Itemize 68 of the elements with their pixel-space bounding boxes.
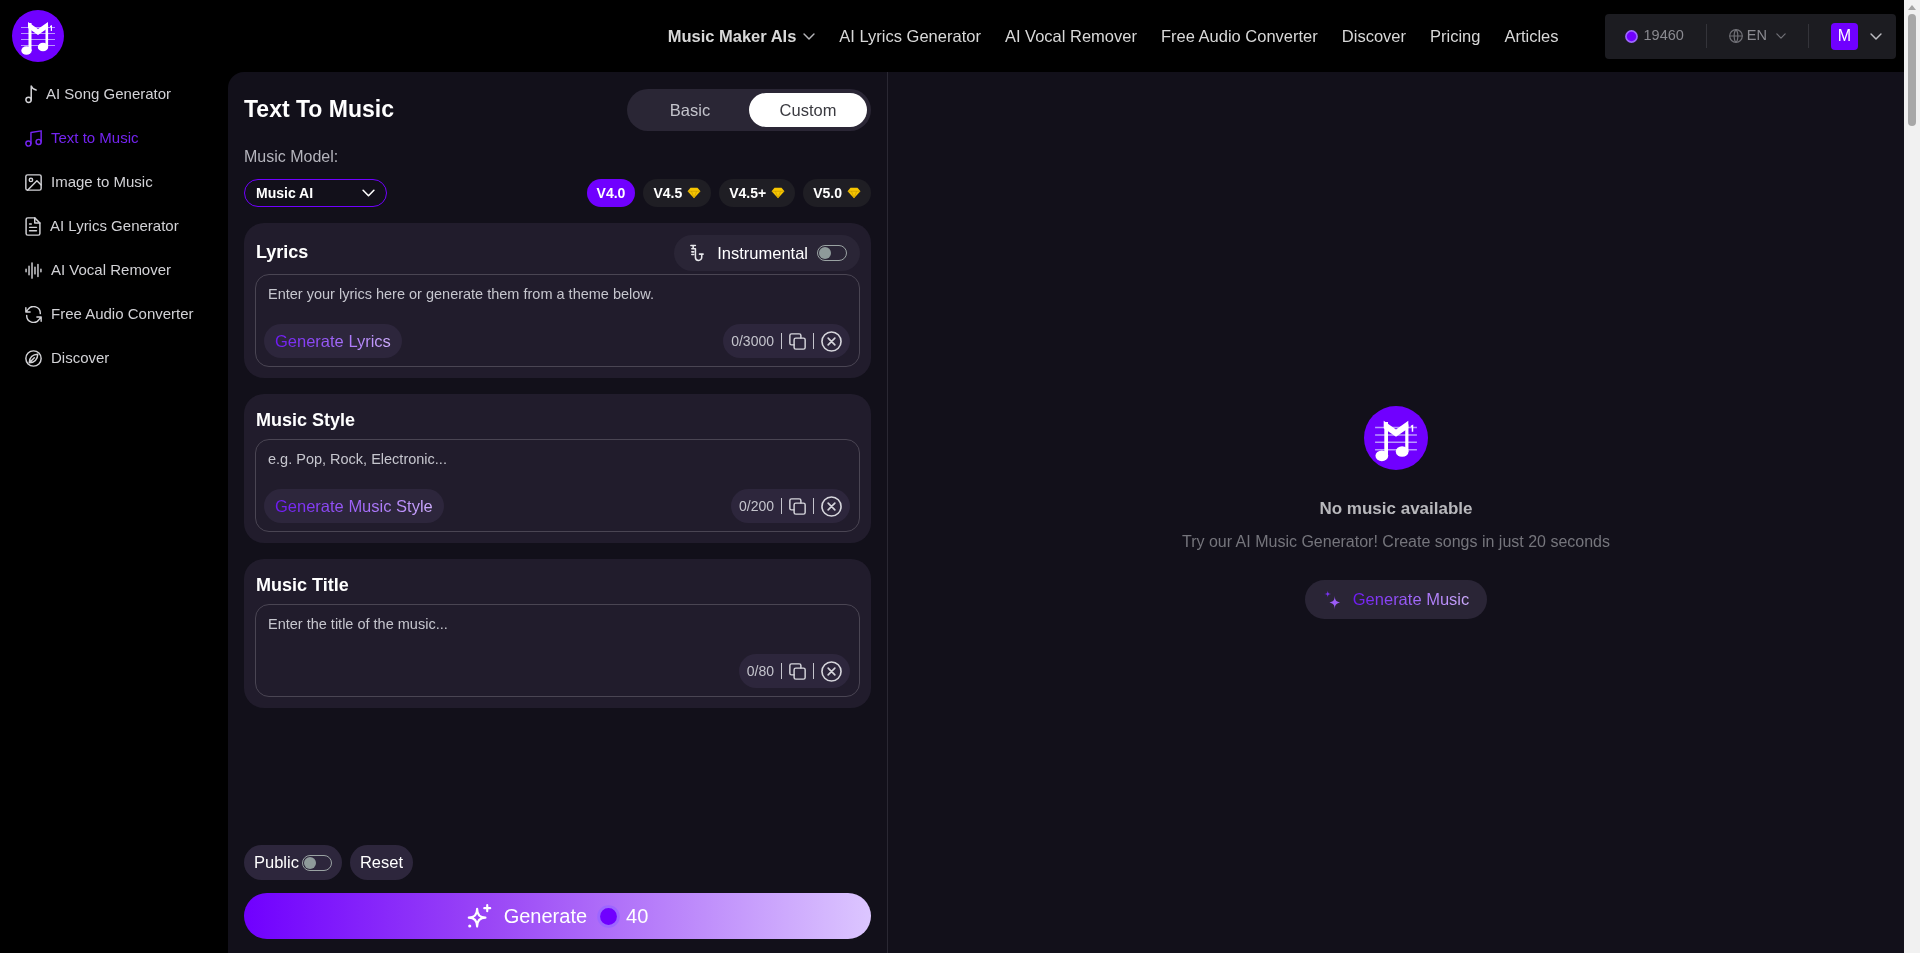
nav-menu[interactable]: Music Maker AIs bbox=[667, 23, 816, 49]
reset-button[interactable]: Reset bbox=[349, 845, 414, 880]
nav-link[interactable]: Free Audio Converter bbox=[1160, 23, 1318, 49]
chevron-icon bbox=[803, 32, 816, 40]
nav-link[interactable]: Articles bbox=[1504, 23, 1559, 49]
copy-icon[interactable] bbox=[789, 332, 806, 350]
sparkle-icon bbox=[466, 903, 492, 929]
nav-link[interactable]: Pricing bbox=[1430, 23, 1481, 49]
generate-music-button[interactable]: Generate Music bbox=[1304, 580, 1488, 619]
generate-text-button[interactable]: Generate Lyrics bbox=[264, 324, 402, 358]
mode-tab[interactable]: Basic bbox=[631, 93, 749, 127]
nav-link[interactable]: Discover bbox=[1341, 23, 1406, 49]
coin-icon bbox=[1624, 29, 1638, 43]
refresh-icon bbox=[25, 305, 42, 323]
generate-text-button[interactable]: Generate Music Style bbox=[264, 489, 444, 523]
logo-icon[interactable] bbox=[12, 10, 64, 62]
version-chip[interactable]: V4.5+ bbox=[719, 179, 796, 207]
sidebar-item[interactable]: AI Song Generator bbox=[0, 72, 228, 116]
sidebar-item[interactable]: Discover bbox=[0, 336, 228, 380]
credit-count: 19460 bbox=[1643, 26, 1684, 46]
section-title: Lyrics bbox=[256, 242, 309, 264]
section-title: Music Title bbox=[256, 575, 349, 597]
music-logo-icon bbox=[1364, 406, 1428, 470]
section-title: Music Style bbox=[256, 410, 356, 432]
sidebar-item[interactable]: Image to Music bbox=[0, 160, 228, 204]
sidebar-item[interactable]: AI Vocal Remover bbox=[0, 248, 228, 292]
coin-icon bbox=[597, 904, 621, 928]
instrumental-toggle[interactable]: Instrumental bbox=[674, 235, 860, 271]
music-note-icon bbox=[25, 84, 37, 104]
diamond-icon bbox=[771, 187, 786, 199]
version-chip[interactable]: V4.5 bbox=[643, 179, 712, 207]
close-circle-icon[interactable] bbox=[821, 495, 842, 517]
mode-tab[interactable]: Custom bbox=[749, 93, 867, 127]
language-select[interactable]: EN bbox=[1728, 25, 1786, 47]
empty-state-title: No music available bbox=[1319, 498, 1473, 520]
character-count: 0/80 bbox=[746, 661, 774, 681]
field-label: Music Model: bbox=[244, 147, 340, 167]
character-count: 0/3000 bbox=[731, 331, 774, 351]
version-chip[interactable]: V4.0 bbox=[586, 179, 636, 207]
close-circle-icon[interactable] bbox=[821, 330, 842, 352]
generate-button[interactable]: Generate 40 bbox=[244, 893, 871, 939]
chevron-icon[interactable] bbox=[1870, 32, 1882, 40]
chevron-icon bbox=[362, 189, 375, 197]
compass-icon bbox=[25, 349, 42, 367]
sidebar-item[interactable]: AI Lyrics Generator bbox=[0, 204, 228, 248]
scrollbar-thumb[interactable] bbox=[1908, 14, 1916, 126]
close-circle-icon[interactable] bbox=[821, 660, 842, 682]
version-chip[interactable]: V5.0 bbox=[803, 179, 871, 207]
image-icon bbox=[25, 173, 42, 191]
scrollbar[interactable] bbox=[1904, 0, 1920, 953]
page-title: Text To Music bbox=[244, 96, 394, 124]
user-avatar[interactable]: M bbox=[1831, 22, 1858, 50]
saxophone-icon bbox=[690, 244, 705, 262]
diamond-icon bbox=[847, 187, 861, 199]
globe-icon bbox=[1728, 29, 1743, 43]
waveform-icon bbox=[25, 261, 42, 279]
public-toggle[interactable]: Public bbox=[244, 845, 342, 880]
copy-icon[interactable] bbox=[789, 497, 806, 515]
sidebar-item[interactable]: Free Audio Converter bbox=[0, 292, 228, 336]
chevron-icon bbox=[1776, 33, 1786, 39]
diamond-icon bbox=[687, 187, 702, 199]
nav-link[interactable]: AI Lyrics Generator bbox=[839, 23, 981, 49]
document-icon bbox=[25, 216, 41, 236]
double-music-note-icon bbox=[25, 129, 42, 147]
character-count: 0/200 bbox=[738, 496, 774, 516]
copy-icon[interactable] bbox=[789, 662, 806, 680]
empty-state-text: Try our AI Music Generator! Create songs in just 20 seconds bbox=[1181, 532, 1610, 552]
nav-link[interactable]: AI Vocal Remover bbox=[1004, 23, 1137, 49]
